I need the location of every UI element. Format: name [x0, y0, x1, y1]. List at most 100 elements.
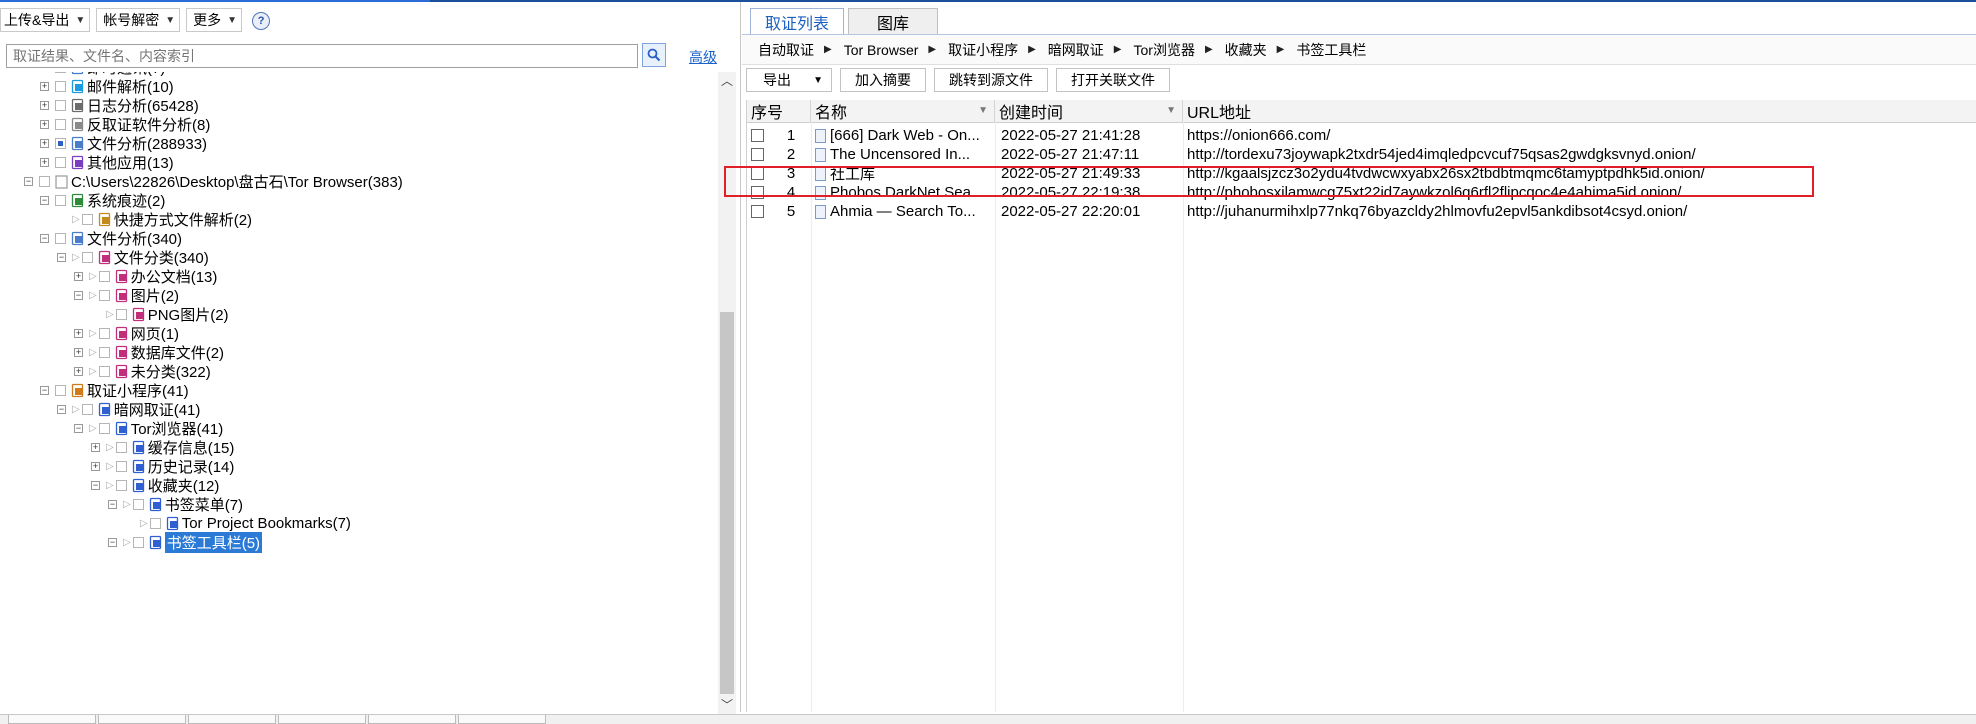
upload-export-dropdown[interactable]: 上传&导出 ▼ — [0, 8, 91, 32]
tree-checkbox[interactable] — [55, 72, 66, 73]
tab-gallery[interactable]: 图库 — [848, 8, 939, 35]
tree-checkbox[interactable] — [98, 270, 110, 282]
row-checkbox[interactable] — [751, 129, 764, 142]
table-row[interactable]: 1 [666] Dark Web - On... 2022-05-27 21:41:… — [747, 126, 1976, 145]
tree-checkbox[interactable] — [115, 308, 127, 320]
expand-toggle-icon[interactable]: + — [40, 81, 49, 91]
selected-row-highlight — [724, 166, 1814, 197]
col-header-url[interactable]: URL地址 — [1183, 100, 1976, 122]
filter-icon[interactable]: ▼ — [1166, 105, 1176, 116]
scrollbar-thumb[interactable] — [720, 312, 734, 694]
col-header-no[interactable]: 序号 — [747, 100, 811, 122]
table-row[interactable]: 5 Ahmia — Search To... 2022-05-27 22:20:01… — [747, 202, 1976, 221]
expand-toggle-icon[interactable]: + — [91, 442, 100, 452]
left-pane: 上传&导出 ▼ 帐号解密 ▼ 更多 ▼ ? 高级 +即时通讯(7)+邮件解析(1… — [0, 2, 741, 714]
tree-checkbox[interactable] — [149, 517, 161, 529]
tree-checkbox[interactable] — [98, 422, 110, 434]
tree-checkbox[interactable] — [98, 365, 110, 377]
expand-toggle-icon[interactable]: + — [40, 157, 49, 167]
tree-connector-icon: ▷ — [140, 517, 148, 529]
expand-toggle-icon[interactable]: − — [74, 423, 83, 433]
open-related-file-button[interactable]: 打开关联文件 — [1056, 68, 1170, 92]
chevron-right-icon: ▶ — [928, 44, 937, 55]
breadcrumb-item[interactable]: 收藏夹 — [1225, 40, 1267, 60]
tree-checkbox[interactable] — [55, 156, 66, 168]
tree-checkbox[interactable] — [115, 479, 127, 491]
tree-checkbox[interactable] — [115, 460, 127, 472]
expand-toggle-icon[interactable]: + — [74, 347, 83, 357]
chevron-right-icon: ▶ — [1276, 44, 1285, 55]
expand-toggle-icon[interactable]: − — [40, 385, 49, 395]
expand-toggle-icon[interactable]: + — [91, 461, 100, 471]
expand-toggle-icon[interactable]: − — [108, 537, 117, 547]
jump-to-source-button[interactable]: 跳转到源文件 — [934, 68, 1048, 92]
expand-toggle-icon[interactable]: + — [74, 328, 83, 338]
search-button[interactable] — [642, 43, 666, 67]
tree-checkbox[interactable] — [98, 346, 110, 358]
tree-node[interactable]: − ▷ 书签工具栏(5) — [108, 531, 263, 553]
tree-checkbox[interactable] — [55, 99, 66, 111]
breadcrumb-item[interactable]: Tor浏览器 — [1134, 40, 1195, 60]
expand-toggle-icon[interactable]: − — [108, 499, 117, 509]
export-dropdown[interactable]: 导出 ▼ — [746, 68, 832, 92]
breadcrumb-item[interactable]: 暗网取证 — [1048, 40, 1104, 60]
expand-toggle-icon[interactable]: + — [74, 366, 83, 376]
expand-toggle-icon[interactable]: − — [57, 404, 66, 414]
add-summary-button[interactable]: 加入摘要 — [840, 68, 926, 92]
tab-evidence-list[interactable]: 取证列表 — [750, 8, 845, 35]
tree-connector-icon: ▷ — [123, 498, 131, 510]
tree-checkbox[interactable] — [55, 232, 66, 244]
tree-checkbox[interactable] — [115, 441, 127, 453]
account-decrypt-dropdown[interactable]: 帐号解密 ▼ — [96, 8, 181, 32]
document-icon — [815, 128, 826, 143]
tree-checkbox[interactable] — [55, 118, 66, 130]
table-row[interactable]: 2 The Uncensored In... 2022-05-27 21:47:11… — [747, 145, 1976, 164]
expand-toggle-icon[interactable]: − — [74, 290, 83, 300]
file-icon — [71, 231, 84, 245]
row-checkbox[interactable] — [751, 148, 764, 161]
scroll-up-icon[interactable]: ︿ — [718, 72, 736, 90]
tree-checkbox[interactable] — [98, 289, 110, 301]
row-name: [666] Dark Web - On... — [830, 127, 980, 144]
row-url: https://onion666.com/ — [1187, 127, 1331, 144]
expand-toggle-icon[interactable]: − — [40, 195, 49, 205]
scroll-down-icon[interactable]: ﹀ — [718, 696, 736, 714]
tree-checkbox[interactable] — [132, 536, 144, 548]
tree-checkbox[interactable] — [39, 175, 50, 187]
expand-toggle-icon[interactable]: + — [40, 138, 49, 148]
search-input[interactable] — [6, 44, 638, 68]
tree-checkbox[interactable] — [55, 137, 66, 149]
tree-checkbox[interactable] — [81, 251, 93, 263]
tree-checkbox[interactable] — [55, 194, 66, 206]
expand-toggle-icon[interactable]: − — [57, 252, 66, 262]
expand-toggle-icon[interactable]: − — [91, 480, 100, 490]
col-header-name[interactable]: 名称 ▼ — [811, 100, 995, 122]
tree-checkbox[interactable] — [55, 384, 66, 396]
breadcrumb-item[interactable]: Tor Browser — [844, 42, 919, 58]
expand-toggle-icon[interactable]: + — [40, 119, 49, 129]
tree-connector-icon: ▷ — [89, 289, 97, 301]
expand-toggle-icon[interactable]: − — [40, 233, 49, 243]
breadcrumb-item[interactable]: 取证小程序 — [948, 40, 1018, 60]
expand-toggle-icon[interactable]: − — [24, 176, 33, 186]
breadcrumb-item[interactable]: 自动取证 — [758, 40, 814, 60]
row-created-time: 2022-05-27 22:20:01 — [1001, 203, 1141, 220]
help-icon[interactable]: ? — [252, 12, 271, 30]
row-name-cell: The Uncensored In... — [815, 145, 993, 164]
advanced-search-link[interactable]: 高级 — [689, 47, 717, 67]
row-checkbox[interactable] — [751, 205, 764, 218]
tree-connector-icon: ▷ — [72, 403, 80, 415]
tree-checkbox[interactable] — [81, 213, 93, 225]
tree-checkbox[interactable] — [55, 80, 66, 92]
expand-toggle-icon[interactable]: + — [74, 271, 83, 281]
more-dropdown[interactable]: 更多 ▼ — [186, 8, 243, 32]
category-icon — [115, 269, 127, 283]
tree-checkbox[interactable] — [132, 498, 144, 510]
expand-toggle-icon[interactable]: + — [40, 100, 49, 110]
filter-icon[interactable]: ▼ — [978, 105, 988, 116]
tree-checkbox[interactable] — [81, 403, 93, 415]
breadcrumb-item[interactable]: 书签工具栏 — [1296, 40, 1366, 60]
chevron-down-icon: ▼ — [165, 14, 176, 26]
tree-checkbox[interactable] — [98, 327, 110, 339]
col-header-created[interactable]: 创建时间 ▼ — [995, 100, 1183, 122]
